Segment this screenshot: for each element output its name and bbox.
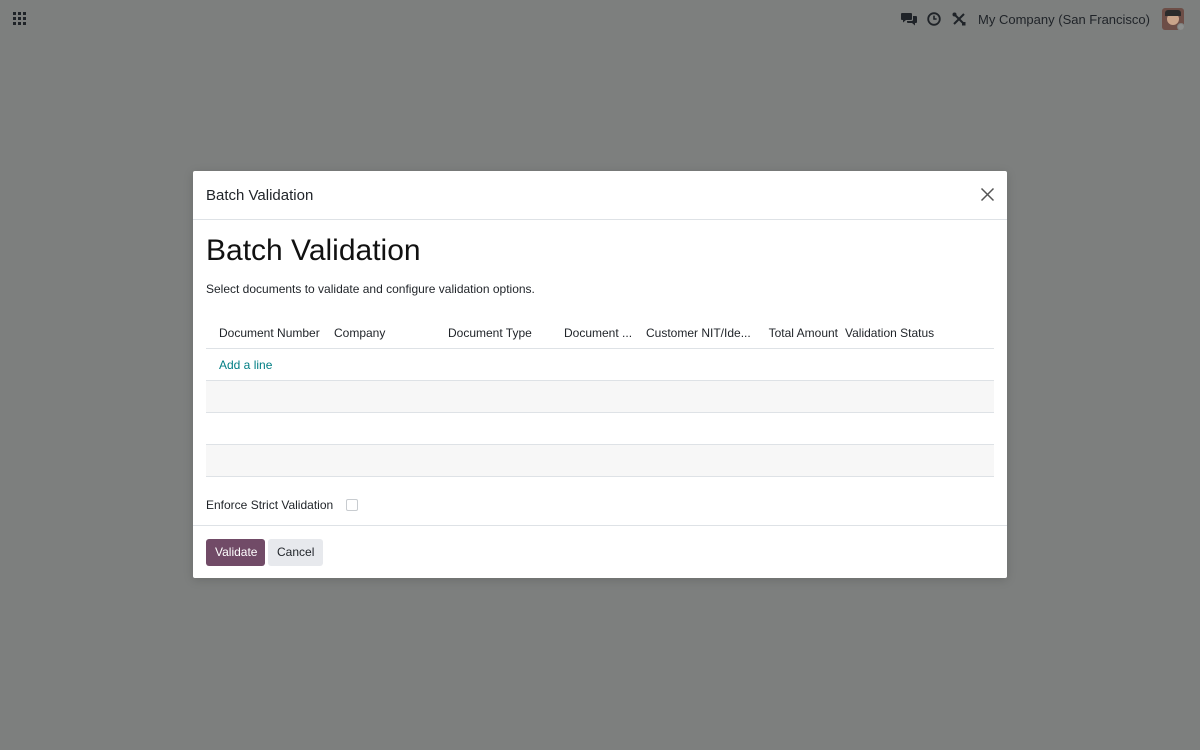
dialog-header: Batch Validation <box>193 171 1007 220</box>
chat-icon[interactable] <box>896 0 921 38</box>
strict-validation-field: Enforce Strict Validation <box>206 498 994 512</box>
close-icon[interactable] <box>980 187 995 202</box>
column-document-type[interactable]: Document Type <box>435 326 550 340</box>
navbar-systray: My Company (San Francisco) <box>896 0 1200 38</box>
column-validation-status[interactable]: Validation Status <box>843 326 963 340</box>
column-total-amount[interactable]: Total Amount <box>767 326 843 340</box>
strict-validation-checkbox[interactable] <box>346 499 359 511</box>
form-title: Batch Validation <box>206 234 421 267</box>
column-customer-nit[interactable]: Customer NIT/Ide... <box>633 326 767 340</box>
form-description: Select documents to validate and configu… <box>206 282 535 296</box>
tools-icon[interactable] <box>946 0 971 38</box>
strict-validation-label: Enforce Strict Validation <box>206 498 334 512</box>
documents-table: Document Number Company Document Type Do… <box>206 318 994 477</box>
table-header: Document Number Company Document Type Do… <box>206 318 994 349</box>
validate-button[interactable]: Validate <box>206 538 265 566</box>
empty-row <box>206 381 994 413</box>
column-document-number[interactable]: Document Number <box>206 326 320 340</box>
batch-validation-dialog: Batch Validation Batch Validation Select… <box>193 171 1007 578</box>
empty-row <box>206 413 994 445</box>
cancel-button[interactable]: Cancel <box>268 538 323 566</box>
apps-icon[interactable] <box>13 12 26 25</box>
user-avatar[interactable] <box>1162 8 1184 30</box>
column-document-date[interactable]: Document ... <box>550 326 633 340</box>
company-switcher[interactable]: My Company (San Francisco) <box>978 12 1150 27</box>
column-company[interactable]: Company <box>320 326 435 340</box>
add-line-row: Add a line <box>206 349 994 381</box>
presence-status-icon <box>1177 23 1184 30</box>
dialog-footer: Validate Cancel <box>193 525 1007 578</box>
empty-row <box>206 445 994 477</box>
dialog-title: Batch Validation <box>206 186 314 204</box>
add-line-link[interactable]: Add a line <box>206 358 272 372</box>
clock-icon[interactable] <box>921 0 946 38</box>
dialog-body: Batch Validation Select documents to val… <box>193 234 1007 512</box>
top-navbar: My Company (San Francisco) <box>0 0 1200 38</box>
